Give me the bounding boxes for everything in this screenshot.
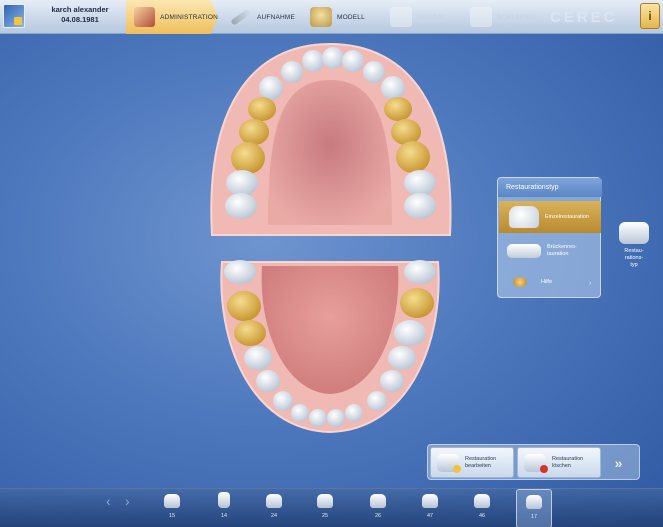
button-label: Restauration löschen <box>552 456 583 470</box>
crown-tooth-icon <box>474 494 490 508</box>
tooth-slot-25[interactable]: 25 <box>307 489 343 527</box>
crown-tooth-icon <box>370 494 386 508</box>
option-label-line2: tauration <box>547 251 569 257</box>
help-icon <box>513 277 527 287</box>
panel-title: Restaurationstyp <box>498 178 602 197</box>
label-line1: Restauration <box>465 455 497 462</box>
tooth-number: 47 <box>426 513 434 519</box>
restoration-tooth-strip: ‹ › 15 14 24 25 26 47 46 17 <box>0 488 663 527</box>
crown-icon <box>509 206 539 228</box>
crown-tooth-icon <box>422 494 438 508</box>
chevron-right-icon[interactable]: › <box>589 280 591 287</box>
tooth-slot-17[interactable]: 17 <box>516 489 552 527</box>
strip-next-icon[interactable]: › <box>125 493 130 509</box>
bridge-icon <box>507 244 541 258</box>
upper-jaw[interactable] <box>210 42 452 236</box>
label-line2: rations- <box>624 255 644 261</box>
tooth-number: 46 <box>478 513 486 519</box>
label-line3: typ <box>630 262 638 268</box>
strip-prev-icon[interactable]: ‹ <box>106 493 111 509</box>
label-line2: bearbeiten <box>465 462 491 469</box>
option-bridge-restoration[interactable]: Brückenres- tauration <box>499 236 601 266</box>
delete-restoration-button[interactable]: Restauration löschen <box>517 447 601 478</box>
tooth-number: 17 <box>530 514 538 520</box>
edit-restoration-button[interactable]: Restauration bearbeiten <box>430 447 514 478</box>
crown-tooth-icon <box>317 494 333 508</box>
tooth-slot-47[interactable]: 47 <box>412 489 448 527</box>
restoration-type-label: Restau- rations- typ <box>614 248 654 269</box>
option-label: Hilfe <box>541 278 553 285</box>
restoration-type-panel: Restaurationstyp Einzelrestauration Brüc… <box>497 177 602 298</box>
crown-tooth-icon <box>526 495 542 509</box>
option-help[interactable]: Hilfe <box>499 272 601 292</box>
restoration-actions: Restauration bearbeiten Restauration lös… <box>427 444 640 480</box>
option-label: Brückenres- tauration <box>547 244 577 258</box>
tooth-number: 26 <box>374 513 382 519</box>
tooth-number: 15 <box>168 513 176 519</box>
option-single-restoration[interactable]: Einzelrestauration <box>499 201 601 233</box>
crown-tooth-icon <box>218 492 230 508</box>
tooth-slot-46[interactable]: 46 <box>464 489 500 527</box>
edit-restoration-icon <box>437 453 461 473</box>
option-label: Einzelrestauration <box>545 213 590 220</box>
tooth-number: 14 <box>220 513 228 519</box>
next-step-icon[interactable]: » <box>604 453 630 473</box>
tooth-slot-14[interactable]: 14 <box>206 489 242 527</box>
option-label-line1: Brückenres- <box>547 244 577 250</box>
restoration-type-button[interactable]: Restau- rations- typ <box>614 222 654 269</box>
tooth-number: 25 <box>321 513 329 519</box>
crown-tooth-icon <box>266 494 282 508</box>
tooth-number: 24 <box>270 513 278 519</box>
label-line1: Restauration <box>552 455 584 462</box>
label-line1: Restau- <box>624 248 644 254</box>
tooth-slot-15[interactable]: 15 <box>154 489 190 527</box>
label-line2: löschen <box>552 462 571 469</box>
button-label: Restauration bearbeiten <box>465 456 496 470</box>
lower-jaw[interactable] <box>220 260 440 434</box>
crown-tooth-icon <box>164 494 180 508</box>
tooth-slot-24[interactable]: 24 <box>256 489 292 527</box>
delete-restoration-icon <box>524 453 548 473</box>
restoration-type-icon <box>619 222 649 244</box>
tooth-slot-26[interactable]: 26 <box>360 489 396 527</box>
